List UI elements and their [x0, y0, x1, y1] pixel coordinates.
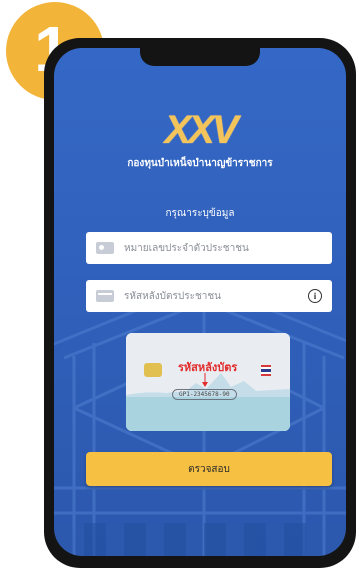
- logo-mark: XXV: [164, 108, 238, 152]
- phone-notch: [140, 48, 260, 66]
- logo-subtitle: กองทุนบำเหน็จบำนาญข้าราชการ: [127, 158, 273, 169]
- card-icon: [96, 290, 114, 302]
- id-number-field[interactable]: [86, 232, 332, 264]
- app-screen: XXV กองทุนบำเหน็จบำนาญข้าราชการ กรุณาระบ…: [54, 48, 346, 556]
- id-card-back-illustration: รหัสหลังบัตร GP1-2345678-90: [126, 333, 290, 431]
- laser-code-input[interactable]: [124, 290, 308, 302]
- check-button[interactable]: ตรวจสอบ: [86, 452, 332, 486]
- phone-frame: XXV กองทุนบำเหน็จบำนาญข้าราชการ กรุณาระบ…: [44, 38, 356, 568]
- id-number-input[interactable]: [124, 242, 322, 254]
- id-card-icon: [96, 242, 114, 254]
- form-prompt: กรุณาระบุข้อมูล: [165, 208, 235, 219]
- card-artwork: [126, 333, 290, 431]
- info-icon[interactable]: i: [308, 289, 322, 303]
- laser-code-label: รหัสหลังบัตร: [178, 361, 238, 374]
- laser-code-sample: GP1-2345678-90: [172, 389, 237, 400]
- gpf-logo: XXV กองทุนบำเหน็จบำนาญข้าราชการ: [54, 110, 346, 171]
- laser-code-field[interactable]: i: [86, 280, 332, 312]
